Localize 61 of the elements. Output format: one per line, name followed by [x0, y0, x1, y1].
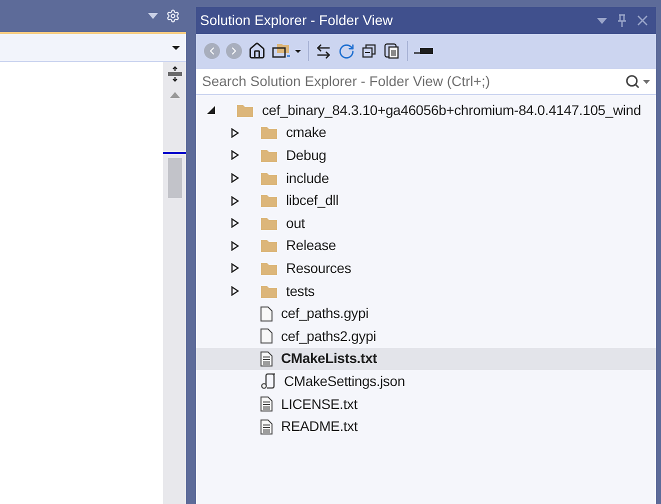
folder-icon [260, 284, 278, 299]
tree-item[interactable]: Release [196, 234, 656, 258]
copy-icon[interactable] [383, 42, 401, 60]
search-field[interactable]: Search Solution Explorer - Folder View (Ctrl+;) [196, 68, 656, 95]
search-icon[interactable] [625, 74, 640, 89]
split-icon[interactable] [166, 66, 182, 82]
tree-item[interactable]: Debug [196, 144, 656, 167]
folder-icon [260, 260, 278, 276]
scrollbar[interactable] [163, 62, 186, 504]
collapsed-arrow-icon[interactable] [230, 240, 240, 251]
tree-item[interactable]: cef_binary_84.3.10+ga46056b+chromium-84.0.4147.105_wind [196, 99, 656, 122]
folder-icon [260, 216, 278, 231]
tree-item[interactable]: Resources [196, 257, 656, 280]
panel-title: Solution Explorer - Folder View [200, 11, 394, 30]
pin-icon[interactable] [617, 14, 627, 27]
dropdown-icon[interactable] [597, 18, 607, 24]
tree-item[interactable]: cef_paths2.gypi [196, 324, 656, 348]
collapsed-arrow-icon[interactable] [230, 286, 240, 296]
text-file-icon [260, 350, 273, 367]
home-icon[interactable] [248, 42, 266, 60]
tree-item[interactable]: tests [196, 280, 656, 302]
tree-item[interactable]: out [196, 212, 656, 235]
collapsed-arrow-icon[interactable] [230, 263, 240, 274]
text-file-icon [260, 418, 273, 435]
tree-item[interactable]: CMakeSettings.json [196, 370, 656, 393]
search-input[interactable]: Search Solution Explorer - Folder View (Ctrl+;) [202, 71, 625, 92]
tree-item[interactable]: include [196, 166, 656, 190]
tree-item[interactable]: cmake [196, 122, 656, 144]
collapsed-arrow-icon[interactable] [230, 128, 240, 138]
tree-item[interactable]: README.txt [196, 415, 656, 438]
tree-item[interactable]: LICENSE.txt [196, 392, 656, 416]
close-icon[interactable] [637, 15, 648, 26]
expanded-arrow-icon[interactable] [206, 105, 216, 116]
folder-icon [260, 193, 278, 208]
settings-icon[interactable] [166, 9, 180, 23]
collapse-all-icon[interactable] [361, 43, 377, 59]
collapsed-arrow-icon[interactable] [230, 173, 240, 184]
caret-icon [172, 46, 180, 50]
caret-icon[interactable] [643, 80, 650, 84]
refresh-icon[interactable] [338, 42, 355, 60]
folder-icon [260, 170, 278, 186]
file-icon [260, 306, 273, 322]
folder-icon [260, 148, 278, 163]
dropdown-field[interactable] [0, 32, 186, 62]
settings-file-icon [260, 373, 276, 390]
folder-icon [260, 125, 278, 140]
tree-item[interactable]: cef_paths.gypi [196, 302, 656, 325]
scroll-thumb[interactable] [168, 158, 182, 198]
text-file-icon [260, 396, 273, 412]
collapsed-arrow-icon[interactable] [230, 196, 240, 206]
folder-icon [236, 102, 254, 118]
tree-item[interactable]: libcef_dll [196, 189, 656, 212]
properties-icon[interactable] [414, 47, 434, 55]
collapsed-arrow-icon[interactable] [230, 218, 240, 228]
folder-icon [260, 238, 278, 254]
file-icon [260, 328, 273, 344]
sync-icon[interactable] [315, 42, 332, 60]
folder-switch-icon[interactable] [272, 42, 302, 60]
dropdown-icon[interactable] [148, 13, 158, 19]
collapsed-arrow-icon[interactable] [230, 150, 240, 160]
tree-item[interactable]: CMakeLists.txt [196, 348, 656, 370]
